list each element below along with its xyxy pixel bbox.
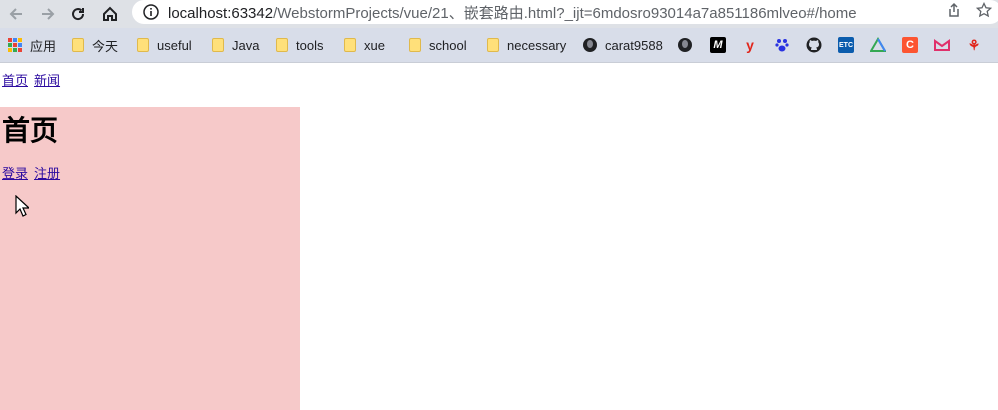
url-path: /WebstormProjects/vue/21、嵌套路由.html?_ijt=…: [273, 4, 857, 22]
forward-button[interactable]: [36, 2, 60, 26]
back-button[interactable]: [4, 2, 28, 26]
nav-link-news[interactable]: 新闻: [34, 74, 60, 89]
home-component: 首页 登录 注册: [0, 107, 300, 410]
bookmark-baidu[interactable]: [774, 36, 790, 54]
bookmark-label: carat9588: [605, 37, 663, 53]
bookmark-m[interactable]: M: [710, 36, 726, 54]
bookmark-etc[interactable]: ETC: [838, 36, 854, 54]
folder-icon: [344, 38, 356, 52]
bookmark-folder-today[interactable]: 今天: [72, 36, 118, 54]
child-router-nav: 登录 注册: [2, 163, 66, 182]
bookmark-folder-school[interactable]: school: [409, 36, 467, 54]
bookmark-folder-useful[interactable]: useful: [137, 36, 192, 54]
bookmark-label: tools: [296, 37, 324, 53]
mouse-cursor-icon: [15, 195, 29, 217]
share-icon[interactable]: [946, 2, 962, 22]
bookmark-label: Java: [232, 37, 260, 53]
bookmark-apps[interactable]: 应用: [8, 36, 56, 54]
folder-icon: [72, 38, 84, 52]
address-bar-actions: [946, 1, 993, 22]
bookmark-folder-tools[interactable]: tools: [276, 36, 323, 54]
folder-icon: [487, 38, 499, 52]
apps-grid-icon: [8, 38, 22, 52]
c-logo-icon: C: [902, 37, 918, 53]
bookmark-triangle[interactable]: [870, 36, 886, 54]
mail-icon: [934, 37, 950, 53]
paw-icon: [774, 37, 790, 53]
y-logo-icon: y: [746, 37, 754, 53]
folder-icon: [276, 38, 288, 52]
bookmark-folder-xue[interactable]: xue: [344, 36, 385, 54]
bell-icon: ⚘: [967, 36, 981, 53]
bookmark-folder-java[interactable]: Java: [212, 36, 259, 54]
bookmark-github[interactable]: [806, 36, 822, 54]
register-link[interactable]: 注册: [34, 167, 60, 182]
bookmark-c[interactable]: C: [902, 36, 918, 54]
folder-icon: [409, 38, 421, 52]
back-arrow-icon: [9, 8, 22, 20]
github-icon: [806, 37, 822, 53]
triangle-icon: [870, 37, 886, 53]
url-text: localhost:63342/WebstormProjects/vue/21、…: [168, 2, 857, 23]
bookmark-star-icon[interactable]: [975, 1, 993, 22]
m-logo-icon: M: [710, 37, 726, 53]
forward-arrow-icon: [42, 8, 55, 20]
bookmark-globe[interactable]: [678, 36, 700, 54]
bookmark-label: 今天: [92, 38, 119, 54]
site-info-icon[interactable]: [142, 3, 160, 21]
bookmark-label: 应用: [30, 38, 57, 54]
nav-link-home[interactable]: 首页: [2, 74, 28, 89]
folder-icon: [137, 38, 149, 52]
reload-button[interactable]: [66, 2, 90, 26]
folder-icon: [212, 38, 224, 52]
bookmark-bell[interactable]: ⚘: [966, 36, 982, 54]
reload-icon: [72, 8, 85, 21]
bookmark-folder-necessary[interactable]: necessary: [487, 36, 566, 54]
globe-icon: [583, 38, 597, 52]
bookmark-label: school: [429, 37, 467, 53]
etc-icon: ETC: [838, 37, 854, 53]
bookmark-gmail[interactable]: [934, 36, 950, 54]
globe-icon: [678, 38, 692, 52]
bookmark-carat9588[interactable]: carat9588: [583, 36, 663, 54]
address-bar[interactable]: localhost:63342/WebstormProjects/vue/21、…: [132, 0, 998, 24]
router-nav: 首页 新闻: [2, 70, 66, 89]
bookmark-label: useful: [157, 37, 192, 53]
bookmark-label: xue: [364, 37, 385, 53]
bookmarks-bar: 应用 今天 useful Java tools xue school neces…: [0, 28, 998, 63]
bookmark-label: necessary: [507, 37, 567, 53]
login-link[interactable]: 登录: [2, 167, 28, 182]
page-title: 首页: [2, 114, 59, 147]
home-icon: [103, 6, 117, 21]
home-button[interactable]: [98, 2, 122, 26]
browser-toolbar: localhost:63342/WebstormProjects/vue/21、…: [0, 0, 998, 28]
bookmark-y[interactable]: y: [742, 36, 758, 54]
url-host: localhost:63342: [168, 4, 274, 22]
